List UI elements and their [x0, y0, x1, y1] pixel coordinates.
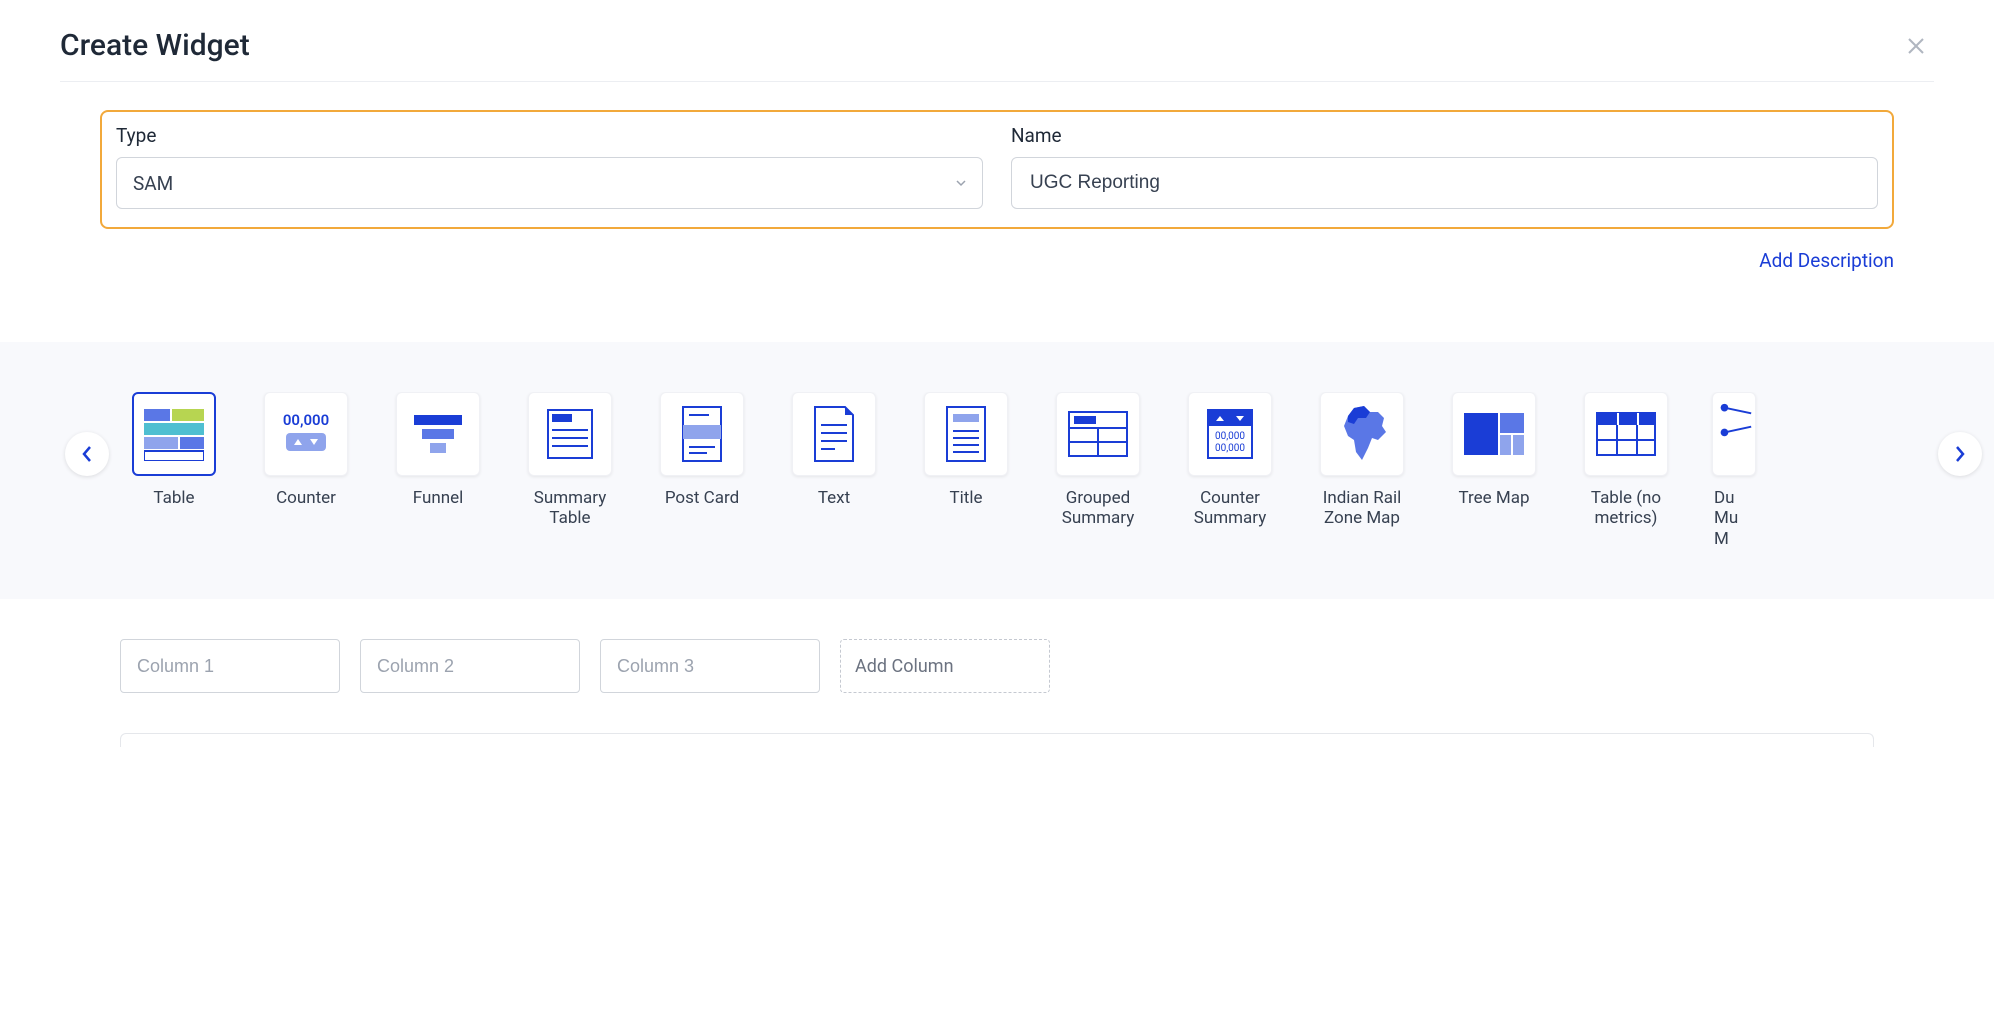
type-select-value: SAM — [133, 172, 173, 195]
summary-table-icon — [542, 406, 598, 462]
chevron-right-icon — [1953, 445, 1967, 463]
page-title: Create Widget — [60, 28, 250, 63]
type-name-group: Type SAM Name — [100, 110, 1894, 229]
widget-type-label: Tree Map — [1458, 488, 1529, 508]
close-icon — [1906, 36, 1926, 56]
widget-type-label: Counter Summary — [1176, 488, 1284, 529]
type-select[interactable]: SAM — [116, 157, 983, 209]
widget-type-label: Grouped Summary — [1044, 488, 1152, 529]
widget-type-grouped-summary[interactable]: Grouped Summary — [1044, 392, 1152, 549]
widget-type-carousel: Table 00,000 Counter — [0, 342, 1994, 599]
widget-type-label: Funnel — [413, 488, 464, 508]
column-input-3-wrapper — [600, 639, 820, 693]
column-input-1-wrapper — [120, 639, 340, 693]
widget-type-label: Counter — [276, 488, 336, 508]
type-label: Type — [116, 124, 983, 147]
widget-type-counter[interactable]: 00,000 Counter — [252, 392, 360, 549]
chevron-down-icon — [954, 176, 968, 190]
chevron-left-icon — [80, 445, 94, 463]
widget-type-indian-rail-map[interactable]: Indian Rail Zone Map — [1308, 392, 1416, 549]
add-column-label: Add Column — [855, 656, 954, 677]
widget-type-post-card[interactable]: Post Card — [648, 392, 756, 549]
widget-type-label: Post Card — [665, 488, 739, 508]
add-column-button[interactable]: Add Column — [840, 639, 1050, 693]
text-icon — [811, 405, 857, 463]
widget-type-label: Du Mu M — [1714, 488, 1754, 549]
widget-type-summary-table[interactable]: Summary Table — [516, 392, 624, 549]
counter-summary-icon: 00,000 00,000 — [1202, 406, 1258, 462]
widget-type-label: Indian Rail Zone Map — [1308, 488, 1416, 529]
svg-text:00,000: 00,000 — [1215, 443, 1245, 454]
widget-type-label: Table (no metrics) — [1572, 488, 1680, 529]
column-input-2[interactable] — [375, 655, 565, 678]
widget-type-tree-map[interactable]: Tree Map — [1440, 392, 1548, 549]
title-icon — [943, 405, 989, 463]
tree-map-icon — [1464, 413, 1524, 455]
name-input-wrapper — [1011, 157, 1878, 209]
widget-type-label: Title — [950, 488, 983, 508]
close-button[interactable] — [1898, 32, 1934, 60]
funnel-icon — [410, 409, 466, 459]
column-input-3[interactable] — [615, 655, 805, 678]
widget-type-funnel[interactable]: Funnel — [384, 392, 492, 549]
post-card-icon — [679, 405, 725, 463]
table-outline-icon — [1595, 411, 1657, 457]
widget-type-title[interactable]: Title — [912, 392, 1020, 549]
grouped-summary-icon — [1067, 410, 1129, 458]
columns-row: Add Column — [0, 639, 1994, 693]
widget-type-table-no-metrics[interactable]: Table (no metrics) — [1572, 392, 1680, 549]
widget-type-label: Text — [818, 488, 850, 508]
widget-type-counter-summary[interactable]: 00,000 00,000 Counter Summary — [1176, 392, 1284, 549]
name-label: Name — [1011, 124, 1878, 147]
carousel-prev-button[interactable] — [65, 432, 109, 476]
widget-type-label: Table — [153, 488, 194, 508]
table-icon — [144, 407, 204, 461]
dual-icon — [1713, 393, 1755, 449]
name-input[interactable] — [1028, 171, 1861, 195]
widget-type-label: Summary Table — [516, 488, 624, 529]
carousel-next-button[interactable] — [1938, 432, 1982, 476]
widget-type-dual-multi[interactable]: Du Mu M — [1704, 392, 1764, 549]
india-map-icon — [1334, 404, 1390, 464]
svg-text:00,000: 00,000 — [1215, 431, 1245, 442]
add-description-link[interactable]: Add Description — [1759, 249, 1894, 272]
widget-type-text[interactable]: Text — [780, 392, 888, 549]
column-input-2-wrapper — [360, 639, 580, 693]
svg-text:00,000: 00,000 — [283, 411, 329, 429]
widget-type-table[interactable]: Table — [120, 392, 228, 549]
bottom-panel-edge — [120, 733, 1874, 747]
column-input-1[interactable] — [135, 655, 325, 678]
counter-icon: 00,000 — [274, 409, 338, 459]
